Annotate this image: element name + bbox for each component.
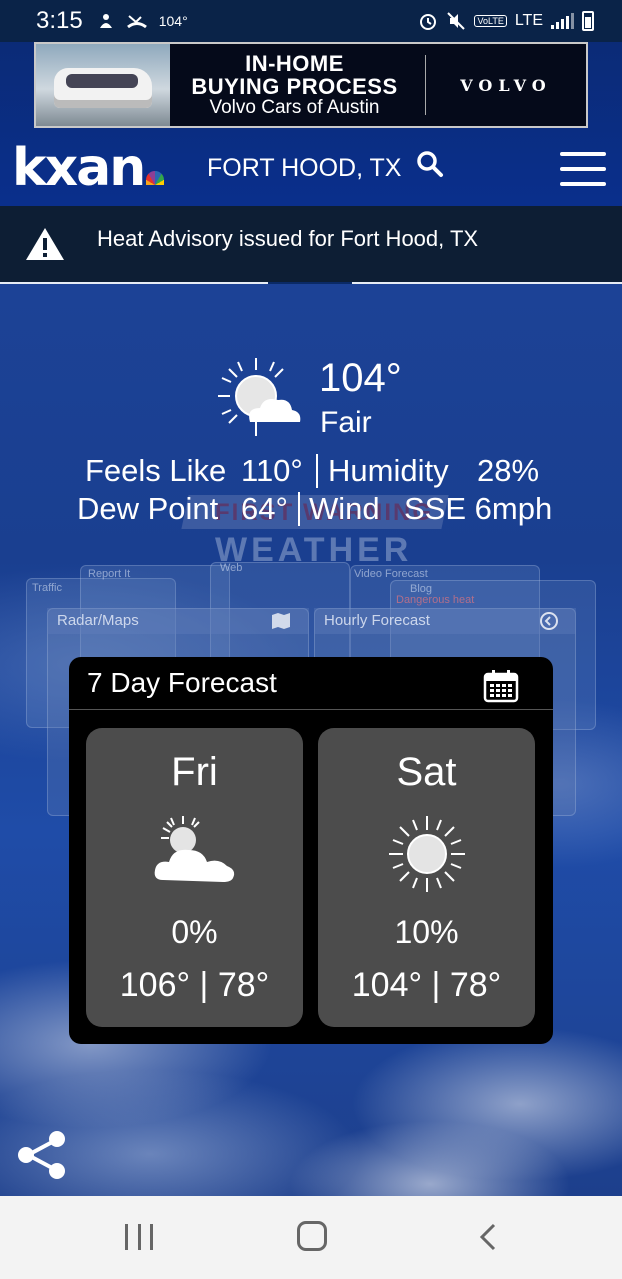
- notification-icon: [99, 14, 112, 28]
- heat-advisory-alert[interactable]: Heat Advisory issued for Fort Hood, TX: [0, 206, 622, 282]
- forecast-day-sat[interactable]: Sat 10% 104° | 78°: [318, 728, 535, 1027]
- status-bar: 3:15 104° VoLTE LTE: [0, 0, 622, 42]
- day-name: Fri: [171, 750, 218, 794]
- dew-point-label: Dew Point: [77, 491, 219, 526]
- warning-icon: [26, 228, 64, 260]
- back-button[interactable]: [476, 1222, 500, 1252]
- precip-chance: 10%: [394, 914, 459, 950]
- network-label: LTE: [514, 12, 543, 29]
- day-name: Sat: [396, 750, 457, 794]
- partly-cloudy-icon: [218, 358, 301, 436]
- forecast-day-fri[interactable]: Fri 0% 106° | 78°: [86, 728, 303, 1027]
- tab-radar-maps[interactable]: Radar/Maps: [47, 608, 309, 634]
- ad-line3: Volvo Cars of Austin: [209, 97, 380, 119]
- high-low-temps: 106° | 78°: [119, 966, 270, 1004]
- status-time: 3:15: [36, 7, 83, 34]
- calendar-icon[interactable]: [483, 669, 519, 703]
- location-label[interactable]: FORT HOOD, TX: [207, 154, 401, 183]
- kxan-logo[interactable]: kxan: [12, 142, 165, 194]
- ad-car-image: [36, 44, 170, 126]
- map-icon: [272, 613, 290, 629]
- humidity-label: Humidity: [328, 453, 449, 488]
- alert-text: Heat Advisory issued for Fort Hood, TX: [97, 226, 479, 251]
- volte-label: VoLTE: [474, 15, 507, 27]
- stats-separator: [298, 492, 300, 526]
- missed-call-icon: [126, 15, 147, 29]
- alarm-icon: [420, 14, 437, 30]
- temp-badge: 104°: [158, 13, 188, 29]
- seven-day-forecast-card[interactable]: 7 Day Forecast Fri 0% 106° | 78° Sat 10%…: [69, 657, 553, 1044]
- current-temperature: 104°: [319, 356, 402, 400]
- system-nav-bar: [0, 1196, 622, 1279]
- weather-stats: Feels Like 110° Humidity 28% Dew Point 6…: [0, 452, 622, 528]
- battery-icon: [582, 11, 594, 31]
- search-icon[interactable]: [416, 150, 444, 178]
- wind-label: Wind: [309, 491, 380, 526]
- nbc-peacock-icon: [146, 171, 165, 185]
- wind-value: SSE 6mph: [404, 491, 553, 526]
- share-icon[interactable]: [16, 1130, 68, 1180]
- ad-brand: VOLVO: [460, 75, 552, 95]
- clock-icon: [540, 612, 558, 630]
- home-button[interactable]: [297, 1221, 327, 1251]
- signal-icon: [551, 13, 574, 29]
- partly-cloudy-icon: [154, 816, 234, 882]
- feels-like-value: 110°: [241, 453, 303, 488]
- app-header: kxan FORT HOOD, TX: [0, 138, 622, 206]
- stats-separator: [316, 454, 318, 488]
- high-low-temps: 104° | 78°: [351, 966, 502, 1004]
- stats-row-1: Feels Like 110° Humidity 28%: [0, 452, 622, 490]
- humidity-value: 28%: [477, 453, 540, 488]
- forecast-title: 7 Day Forecast: [87, 667, 277, 698]
- forecast-divider: [69, 709, 553, 710]
- precip-chance: 0%: [171, 914, 218, 950]
- mute-icon: [447, 12, 466, 30]
- tab-hourly-forecast[interactable]: Hourly Forecast: [314, 608, 576, 634]
- menu-icon[interactable]: [560, 152, 606, 186]
- dew-point-value: 64°: [241, 491, 288, 526]
- feels-like-label: Feels Like: [85, 453, 227, 488]
- current-condition: Fair: [320, 406, 372, 439]
- sunny-icon: [388, 816, 465, 892]
- recent-apps-button[interactable]: [125, 1224, 153, 1250]
- stats-row-2: Dew Point 64° Wind SSE 6mph: [0, 490, 622, 528]
- ad-line1: IN-HOME: [245, 50, 344, 76]
- ad-banner[interactable]: IN-HOME BUYING PROCESS Volvo Cars of Aus…: [34, 42, 588, 128]
- ad-line2: BUYING PROCESS: [191, 74, 398, 100]
